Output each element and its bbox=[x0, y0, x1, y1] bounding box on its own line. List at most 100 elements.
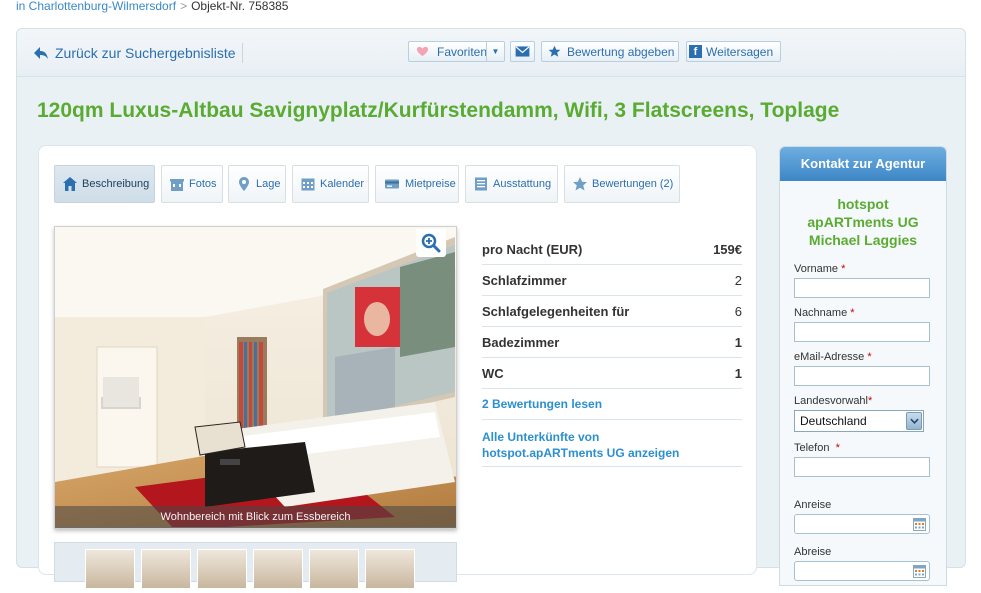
departure-date-field[interactable] bbox=[794, 561, 930, 581]
thumbnail[interactable] bbox=[141, 549, 191, 589]
contact-agency-box: Kontakt zur Agentur hotspot apARTments U… bbox=[779, 146, 947, 586]
photo-caption: Wohnbereich mit Blick zum Essbereich bbox=[55, 506, 456, 528]
country-code-select[interactable]: Deutschland bbox=[794, 410, 924, 432]
back-arrow-icon bbox=[34, 47, 48, 59]
thumbnail[interactable] bbox=[197, 549, 247, 589]
back-label: Zurück zur Suchergebnisliste bbox=[55, 45, 236, 61]
fact-row-price: pro Nacht (EUR) 159€ bbox=[482, 234, 742, 265]
calendar-icon[interactable] bbox=[913, 518, 926, 531]
listing-panel: Zurück zur Suchergebnisliste Favoriten ▼… bbox=[16, 28, 966, 589]
all-listings-line2: hotspot.apARTments UG anzeigen bbox=[482, 446, 680, 460]
fact-row-bedrooms: Schlafzimmer 2 bbox=[482, 265, 742, 296]
agency-line-3: Michael Laggies bbox=[808, 232, 918, 248]
calendar-icon[interactable] bbox=[913, 565, 926, 578]
tab-label: Kalender bbox=[320, 178, 365, 190]
all-listings-line1: Alle Unterkünfte von bbox=[482, 430, 600, 444]
rate-label: Bewertung abgeben bbox=[567, 44, 675, 59]
fact-value: 1 bbox=[734, 334, 742, 350]
fact-value: 6 bbox=[734, 303, 742, 319]
arrival-label: Anreise bbox=[794, 499, 832, 511]
email-field[interactable] bbox=[794, 366, 930, 386]
chevron-down-icon: ▼ bbox=[491, 47, 500, 56]
list-icon bbox=[475, 177, 487, 191]
back-to-results-link[interactable]: Zurück zur Suchergebnisliste bbox=[33, 43, 243, 63]
tab-bewertungen[interactable]: Bewertungen (2) bbox=[564, 165, 680, 203]
fact-value: 159€ bbox=[713, 241, 742, 257]
fact-value: 1 bbox=[734, 365, 742, 381]
favorites-button[interactable]: Favoriten ▼ bbox=[408, 41, 505, 62]
favorites-label: Favoriten bbox=[437, 44, 488, 59]
tab-label: Lage bbox=[256, 178, 281, 190]
thumbnail[interactable] bbox=[253, 549, 303, 589]
share-button[interactable]: f Weitersagen bbox=[686, 41, 781, 62]
tab-ausstattung[interactable]: Ausstattung bbox=[465, 165, 558, 203]
departure-label: Abreise bbox=[794, 546, 832, 558]
fact-row-wc: WC 1 bbox=[482, 358, 742, 389]
agency-name: hotspot apARTments UG Michael Laggies bbox=[780, 195, 946, 249]
breadcrumb-separator: > bbox=[180, 0, 188, 13]
firstname-label: Vorname * bbox=[794, 263, 846, 275]
listing-main-card: Beschreibung Fotos Lage Kalender Mietpre… bbox=[38, 145, 757, 589]
phone-field[interactable] bbox=[794, 457, 930, 477]
tab-label: Bewertungen (2) bbox=[592, 178, 674, 190]
phone-label: Telefon * bbox=[794, 442, 840, 454]
email-share-button[interactable] bbox=[510, 41, 535, 62]
fact-label: WC bbox=[482, 365, 504, 381]
tab-label: Mietpreise bbox=[405, 178, 456, 190]
firstname-field[interactable] bbox=[794, 278, 930, 298]
country-code-label: Landesvorwahl* bbox=[794, 395, 873, 407]
favorites-dropdown-toggle[interactable]: ▼ bbox=[486, 42, 504, 61]
chevron-down-icon bbox=[906, 412, 922, 430]
tab-label: Ausstattung bbox=[493, 178, 552, 190]
fact-label: Badezimmer bbox=[482, 334, 560, 350]
listing-photo[interactable]: Wohnbereich mit Blick zum Essbereich bbox=[54, 226, 457, 529]
star-icon bbox=[545, 42, 563, 61]
lastname-label: Nachname * bbox=[794, 307, 855, 319]
object-number: Objekt-Nr. 758385 bbox=[191, 0, 289, 13]
thumbnail[interactable] bbox=[85, 549, 135, 589]
fact-row-bathrooms: Badezimmer 1 bbox=[482, 327, 742, 358]
tab-lage[interactable]: Lage bbox=[228, 165, 286, 203]
zoom-button[interactable] bbox=[416, 229, 446, 257]
fact-value: 2 bbox=[734, 272, 742, 288]
calendar-icon bbox=[301, 178, 315, 191]
tab-label: Fotos bbox=[189, 178, 217, 190]
email-label: eMail-Adresse * bbox=[794, 351, 872, 363]
thumbnail[interactable] bbox=[309, 549, 359, 589]
map-pin-icon bbox=[239, 177, 249, 191]
share-label: Weitersagen bbox=[706, 44, 774, 59]
breadcrumb-location-link[interactable]: in Charlottenburg-Wilmersdorf bbox=[16, 0, 176, 13]
tab-mietpreise[interactable]: Mietpreise bbox=[375, 165, 459, 203]
agency-line-1: hotspot bbox=[837, 196, 889, 212]
facebook-icon: f bbox=[689, 45, 702, 58]
lastname-field[interactable] bbox=[794, 322, 930, 342]
tab-fotos[interactable]: Fotos bbox=[161, 165, 223, 203]
country-code-value: Deutschland bbox=[800, 414, 867, 428]
contact-header: Kontakt zur Agentur bbox=[780, 147, 946, 181]
fact-label: pro Nacht (EUR) bbox=[482, 241, 583, 257]
breadcrumb: in Charlottenburg-Wilmersdorf > Objekt-Nr.… bbox=[16, 0, 288, 12]
thumbnail[interactable] bbox=[365, 549, 415, 589]
fact-label: Schlafgelegenheiten für bbox=[482, 303, 630, 319]
fact-row-sleeping-places: Schlafgelegenheiten für 6 bbox=[482, 296, 742, 327]
house-icon bbox=[63, 177, 77, 191]
heart-icon bbox=[413, 42, 431, 61]
listing-toolbar: Zurück zur Suchergebnisliste Favoriten ▼… bbox=[17, 29, 965, 77]
credit-card-icon bbox=[385, 179, 399, 189]
agency-line-2: apARTments UG bbox=[807, 214, 919, 230]
magnifier-icon bbox=[421, 233, 441, 253]
tab-label: Beschreibung bbox=[82, 178, 150, 190]
fact-label: Schlafzimmer bbox=[482, 272, 567, 288]
arrival-date-field[interactable] bbox=[794, 514, 930, 534]
building-icon bbox=[170, 179, 184, 191]
listing-title: 120qm Luxus-Altbau Savignyplatz/Kurfürst… bbox=[37, 99, 840, 122]
envelope-icon bbox=[515, 46, 530, 57]
rate-button[interactable]: Bewertung abgeben bbox=[541, 41, 679, 62]
thumbnail-strip bbox=[54, 542, 457, 589]
read-reviews-link[interactable]: 2 Bewertungen lesen bbox=[482, 389, 742, 420]
living-room-photo bbox=[55, 227, 456, 528]
tab-beschreibung[interactable]: Beschreibung bbox=[54, 165, 155, 203]
tab-kalender[interactable]: Kalender bbox=[292, 165, 369, 203]
all-listings-link[interactable]: Alle Unterkünfte von hotspot.apARTments … bbox=[482, 420, 742, 467]
facts-table: pro Nacht (EUR) 159€ Schlafzimmer 2 Schl… bbox=[482, 234, 742, 467]
